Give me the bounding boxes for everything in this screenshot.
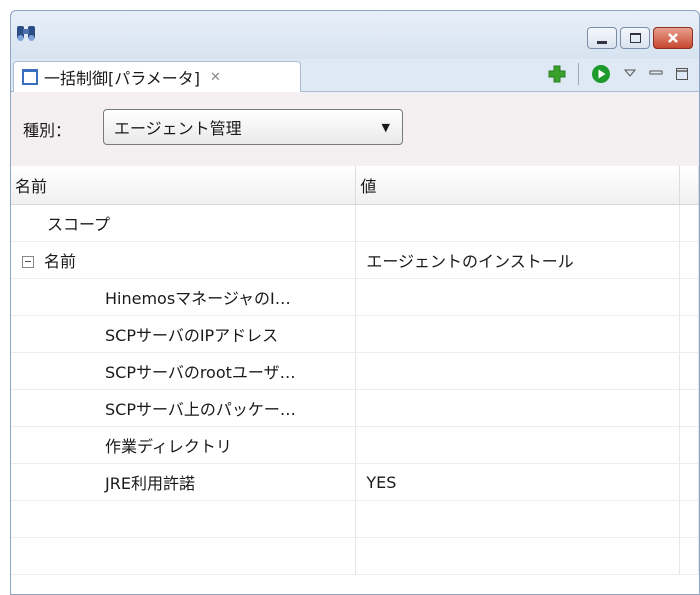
row-name: スコープ — [11, 204, 357, 242]
table-row-empty — [11, 500, 699, 538]
row-value — [355, 278, 681, 316]
type-select-value: エージェント管理 — [114, 119, 242, 138]
row-value — [355, 315, 681, 353]
close-icon — [668, 33, 678, 43]
row-value — [355, 352, 681, 390]
table-row[interactable]: HinemosマネージャのI… — [11, 278, 699, 316]
table-row-empty — [11, 537, 699, 575]
maximize-view-icon[interactable] — [675, 67, 689, 81]
column-header-name[interactable]: 名前 — [11, 166, 357, 205]
row-value — [355, 537, 681, 575]
minimize-button[interactable] — [587, 27, 617, 49]
table-row[interactable]: スコープ — [11, 204, 699, 242]
table-row[interactable]: 作業ディレクトリ — [11, 426, 699, 464]
row-name: 名前 — [44, 252, 77, 271]
column-header-value[interactable]: 値 — [355, 166, 681, 205]
run-icon[interactable] — [591, 64, 611, 84]
collapse-icon[interactable] — [22, 255, 34, 268]
row-value: YES — [355, 463, 681, 501]
chevron-down-icon: ▼ — [381, 120, 390, 134]
view-icon — [22, 69, 38, 85]
type-select[interactable]: エージェント管理 ▼ — [103, 109, 403, 145]
row-value — [355, 426, 681, 464]
table-row[interactable]: SCPサーバのIPアドレス — [11, 315, 699, 353]
row-name — [11, 537, 357, 575]
maximize-icon — [629, 33, 641, 43]
application-window: 一括制御[パラメータ] ✕ 種別： エージェント管理 ▼ 名前 値 スコープ 名… — [10, 10, 700, 595]
view-toolbar — [548, 63, 689, 85]
view-content: 種別： エージェント管理 ▼ 名前 値 スコープ 名前 エージェントのインストー… — [11, 92, 699, 594]
tab-parameters[interactable]: 一括制御[パラメータ] ✕ — [13, 61, 301, 92]
maximize-button[interactable] — [620, 27, 650, 49]
view-menu-icon[interactable] — [623, 67, 637, 81]
row-name: SCPサーバのrootユーザ… — [11, 352, 357, 390]
row-name: 作業ディレクトリ — [11, 426, 357, 464]
table-row[interactable]: SCPサーバ上のパッケー… — [11, 389, 699, 427]
table-row[interactable]: JRE利用許諾 YES — [11, 463, 699, 501]
type-label: 種別： — [23, 121, 72, 140]
row-value — [355, 204, 681, 242]
minimize-icon — [597, 40, 607, 44]
binoculars-icon — [17, 26, 35, 41]
row-value: エージェントのインストール — [355, 241, 681, 279]
tab-close-icon[interactable]: ✕ — [210, 70, 221, 85]
row-value — [355, 389, 681, 427]
row-value — [355, 500, 681, 538]
table-header-row: 名前 値 — [11, 166, 699, 205]
close-button[interactable] — [653, 27, 693, 49]
table-row[interactable]: 名前 エージェントのインストール — [11, 241, 699, 279]
table-row[interactable]: SCPサーバのrootユーザ… — [11, 352, 699, 390]
filter-bar: 種別： エージェント管理 ▼ — [11, 92, 699, 166]
row-name: JRE利用許諾 — [11, 463, 357, 501]
row-name-cell: 名前 — [11, 241, 357, 279]
toolbar-separator — [578, 63, 579, 85]
parameter-table: 名前 値 スコープ 名前 エージェントのインストール Hinemosマネージャの… — [11, 166, 699, 575]
row-name: HinemosマネージャのI… — [11, 278, 357, 316]
title-bar — [11, 11, 699, 59]
row-name: SCPサーバ上のパッケー… — [11, 389, 357, 427]
minimize-view-icon[interactable] — [649, 67, 663, 81]
row-name: SCPサーバのIPアドレス — [11, 315, 357, 353]
column-header-filler — [679, 166, 699, 205]
row-name — [11, 500, 357, 538]
tab-title: 一括制御[パラメータ] — [44, 69, 201, 88]
add-icon[interactable] — [548, 65, 566, 83]
